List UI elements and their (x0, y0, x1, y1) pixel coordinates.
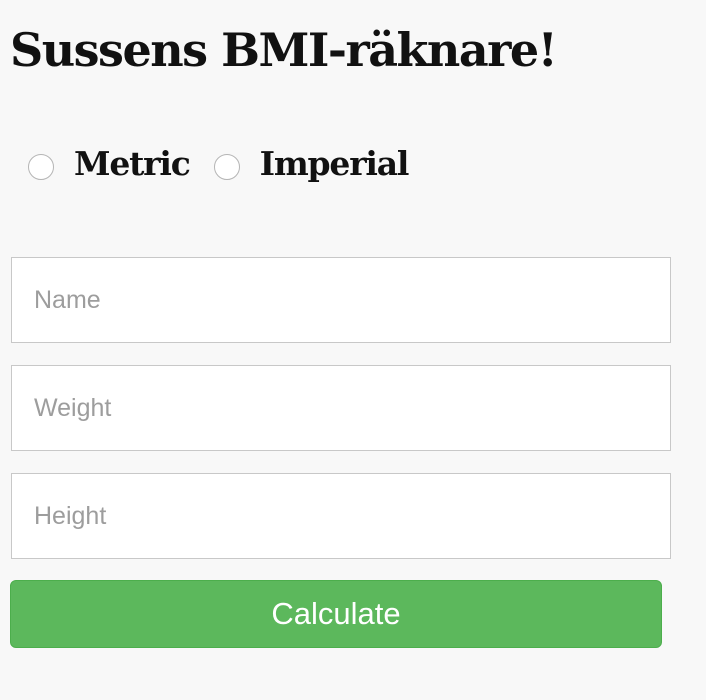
unit-selector: Metric Imperial (28, 136, 410, 192)
unit-option-metric[interactable]: Metric (28, 136, 191, 192)
metric-radio[interactable] (28, 154, 54, 180)
height-input[interactable] (11, 473, 671, 559)
page-title: Sussens BMI-räknare! (10, 23, 558, 77)
metric-label: Metric (74, 144, 191, 183)
unit-option-imperial[interactable]: Imperial (213, 136, 410, 192)
name-input[interactable] (11, 257, 671, 343)
imperial-label: Imperial (259, 144, 410, 183)
weight-input[interactable] (11, 365, 671, 451)
imperial-radio[interactable] (213, 154, 240, 180)
calculate-button[interactable]: Calculate (10, 580, 662, 648)
